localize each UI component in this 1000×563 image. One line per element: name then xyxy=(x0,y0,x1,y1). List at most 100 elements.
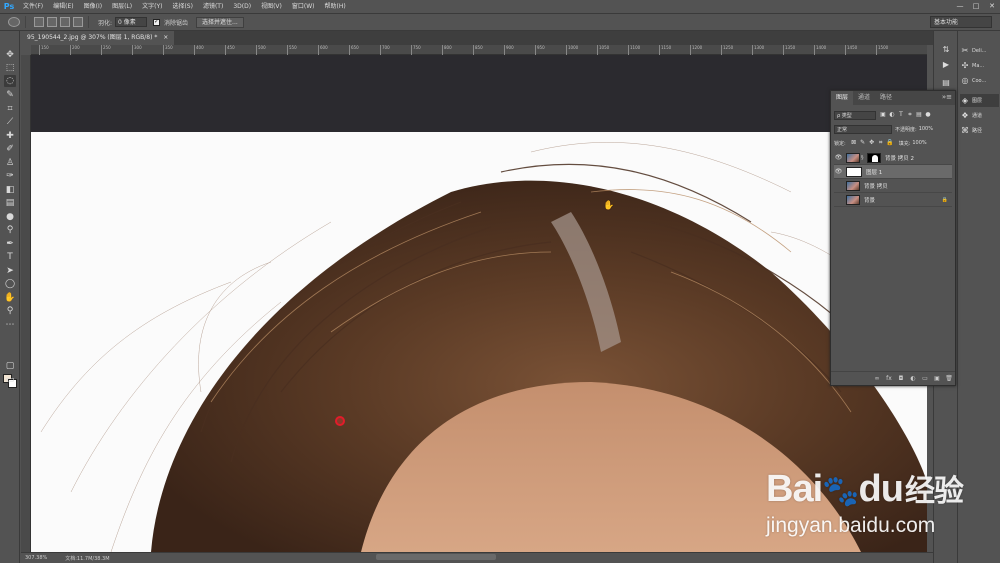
workspace-select[interactable]: 基本功能 xyxy=(930,16,992,28)
layer-name[interactable]: 背景 拷贝 2 xyxy=(885,154,914,162)
blur-tool-icon[interactable]: ● xyxy=(4,211,16,223)
layer-row[interactable]: 👁 背景 拷贝 xyxy=(834,179,952,193)
new-selection-icon[interactable] xyxy=(34,17,44,27)
lock-transparent-icon[interactable]: ⊠ xyxy=(850,139,858,147)
type-tool-icon[interactable]: T xyxy=(4,251,16,263)
visibility-eye-icon[interactable]: 👁 xyxy=(834,182,843,189)
intersect-selection-icon[interactable] xyxy=(73,17,83,27)
new-layer-icon[interactable]: ▣ xyxy=(931,375,943,382)
adjustment-filter-icon[interactable]: ◐ xyxy=(888,111,896,119)
lasso-tool-icon[interactable]: ◌ xyxy=(4,75,16,87)
tab-layers[interactable]: 图层 xyxy=(831,91,854,105)
close-window-button[interactable]: ✕ xyxy=(984,0,1000,13)
quick-mask-icon[interactable]: ▢ xyxy=(4,360,16,372)
add-selection-icon[interactable] xyxy=(47,17,57,27)
subtract-selection-icon[interactable] xyxy=(60,17,70,27)
dodge-tool-icon[interactable]: ⚲ xyxy=(4,224,16,236)
add-mask-icon[interactable]: ◘ xyxy=(895,375,907,382)
layer-row-selected[interactable]: 👁 图层 1 xyxy=(834,165,952,179)
move-tool-icon[interactable]: ✥ xyxy=(4,49,16,61)
zoom-tool-icon[interactable]: ⚲ xyxy=(4,305,16,317)
adjustment-layer-icon[interactable]: ◐ xyxy=(907,375,919,382)
horizontal-scrollbar[interactable] xyxy=(376,554,496,560)
menu-type[interactable]: 文字(Y) xyxy=(137,0,167,13)
eyedropper-tool-icon[interactable]: ⟋ xyxy=(4,116,16,128)
canvas-area[interactable] xyxy=(31,55,927,552)
coo-panel-button[interactable]: ◎ Coo... xyxy=(960,74,999,87)
feather-input[interactable]: 0 像素 xyxy=(115,17,148,27)
layer-row[interactable]: 👁 § 背景 拷贝 2 xyxy=(834,151,952,165)
visibility-eye-icon[interactable]: 👁 xyxy=(834,168,843,175)
antialias-checkbox[interactable]: ✓ xyxy=(153,18,161,26)
menu-file[interactable]: 文件(F) xyxy=(18,0,48,13)
new-group-icon[interactable]: ▭ xyxy=(919,375,931,382)
play-actions-icon[interactable]: ▶ xyxy=(941,60,951,70)
delivery-panel-button[interactable]: ✂ Deli... xyxy=(960,44,999,57)
menu-layer[interactable]: 图层(L) xyxy=(107,0,137,13)
properties-panel-icon[interactable]: ▤ xyxy=(941,78,951,88)
menu-3d[interactable]: 3D(D) xyxy=(228,0,256,13)
marquee-tool-icon[interactable]: ⬚ xyxy=(4,62,16,74)
delete-layer-icon[interactable]: 🗑 xyxy=(943,375,955,382)
healing-brush-tool-icon[interactable]: ✚ xyxy=(4,130,16,142)
hand-tool-icon[interactable]: ✋ xyxy=(4,292,16,304)
filter-toggle-icon[interactable]: ● xyxy=(924,111,932,119)
crop-tool-icon[interactable]: ⌗ xyxy=(4,103,16,115)
visibility-eye-icon[interactable]: 👁 xyxy=(834,196,843,203)
document-tab[interactable]: 95_190544_2.jpg @ 307% (图层 1, RGB/8) * × xyxy=(21,31,175,45)
layer-row[interactable]: 👁 背景 🔒 xyxy=(834,193,952,207)
select-and-mask-button[interactable]: 选择并遮住... xyxy=(196,16,244,28)
screen-mode-icon[interactable]: ▭ xyxy=(4,374,16,386)
shape-tool-icon[interactable]: ◯ xyxy=(4,278,16,290)
clone-stamp-tool-icon[interactable]: ♙ xyxy=(4,157,16,169)
layer-name[interactable]: 背景 拷贝 xyxy=(864,182,888,190)
pen-tool-icon[interactable]: ✒ xyxy=(4,238,16,250)
gradient-tool-icon[interactable]: ▤ xyxy=(4,197,16,209)
fill-value[interactable]: 100% xyxy=(912,140,926,146)
layer-name[interactable]: 背景 xyxy=(864,196,875,204)
close-tab-icon[interactable]: × xyxy=(163,34,168,41)
layer-mask-thumbnail[interactable] xyxy=(867,152,881,163)
opacity-value[interactable]: 100% xyxy=(919,126,933,132)
menu-image[interactable]: 图像(I) xyxy=(79,0,107,13)
panel-menu-icon[interactable]: »≡ xyxy=(942,93,952,101)
menu-edit[interactable]: 编辑(E) xyxy=(48,0,78,13)
chain-link-icon[interactable]: § xyxy=(861,155,865,161)
tab-paths[interactable]: 路径 xyxy=(875,91,897,105)
shape-filter-icon[interactable]: ⌗ xyxy=(906,111,914,119)
quick-select-tool-icon[interactable]: ✎ xyxy=(4,89,16,101)
minimize-button[interactable]: — xyxy=(952,0,968,13)
brush-tool-icon[interactable]: ✐ xyxy=(4,143,16,155)
menu-view[interactable]: 视图(V) xyxy=(256,0,287,13)
channels-panel-button[interactable]: ❖ 通道 xyxy=(960,109,999,122)
menu-filter[interactable]: 滤镜(T) xyxy=(198,0,228,13)
lasso-preset-icon[interactable] xyxy=(8,17,20,27)
zoom-level[interactable]: 307.38% xyxy=(25,555,47,561)
paths-panel-button[interactable]: ⌘ 路径 xyxy=(960,124,999,137)
menu-help[interactable]: 帮助(H) xyxy=(320,0,351,13)
eraser-tool-icon[interactable]: ◧ xyxy=(4,184,16,196)
pixel-filter-icon[interactable]: ▣ xyxy=(879,111,887,119)
smart-object-filter-icon[interactable]: ▤ xyxy=(915,111,923,119)
maximize-button[interactable]: □ xyxy=(968,0,984,13)
tab-channels[interactable]: 通道 xyxy=(853,91,875,105)
history-brush-tool-icon[interactable]: ✑ xyxy=(4,170,16,182)
menu-select[interactable]: 选择(S) xyxy=(167,0,198,13)
blend-mode-select[interactable]: 正常 xyxy=(834,124,892,134)
filter-kind-select[interactable]: ρ 类型 xyxy=(834,110,876,120)
type-filter-icon[interactable]: T xyxy=(897,111,905,119)
visibility-eye-icon[interactable]: 👁 xyxy=(834,154,843,161)
path-select-tool-icon[interactable]: ➤ xyxy=(4,265,16,277)
more-tools-icon[interactable]: ⋯ xyxy=(4,319,16,331)
lock-position-icon[interactable]: ✥ xyxy=(868,139,876,147)
lock-pixels-icon[interactable]: ✎ xyxy=(859,139,867,147)
menu-window[interactable]: 窗口(W) xyxy=(287,0,320,13)
photo-canvas[interactable] xyxy=(31,132,927,552)
layer-style-icon[interactable]: fx xyxy=(883,375,895,382)
layer-name[interactable]: 图层 1 xyxy=(866,168,882,176)
lock-all-icon[interactable]: 🔒 xyxy=(886,139,894,147)
layers-panel-button[interactable]: ◈ 图层 xyxy=(960,94,999,107)
history-panel-icon[interactable]: ⇅ xyxy=(941,45,951,55)
ma-panel-button[interactable]: ✣ Ma... xyxy=(960,59,999,72)
lock-artboard-icon[interactable]: ⌗ xyxy=(877,139,885,147)
